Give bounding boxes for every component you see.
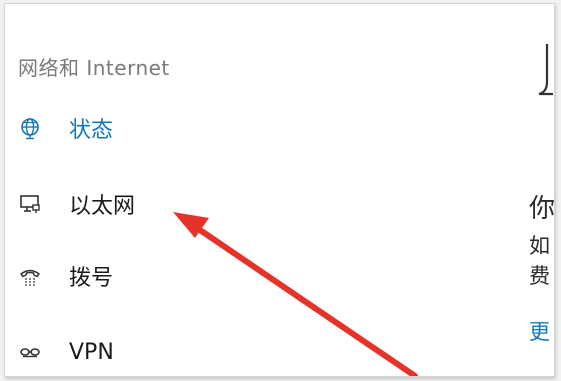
content-link-partial[interactable]: 更 [529,316,550,346]
globe-icon [17,115,43,141]
content-pane-edge: 你 如 费 更 [527,4,555,376]
vpn-icon [17,339,43,365]
sidebar-item-label: 状态 [69,118,114,143]
sidebar-item-ethernet[interactable]: 以太网 [17,184,317,224]
sidebar-item-label: 以太网 [69,194,136,219]
sidebar-item-vpn[interactable]: VPN [17,332,317,372]
sidebar-item-label: VPN [69,339,114,365]
sidebar-item-status[interactable]: 状态 [17,108,317,148]
monitor-ethernet-icon [17,191,43,217]
content-text-partial: 费 [529,264,550,288]
content-heading-partial: 你 [529,194,555,224]
sidebar-item-label: 拨号 [69,266,114,291]
section-title: 网络和 Internet [18,56,170,80]
partial-icon [527,42,554,104]
dialup-phone-icon [17,263,43,289]
content-text-partial: 如 [529,234,550,258]
sidebar-item-dialup[interactable]: 拨号 [17,256,317,296]
settings-window: 网络和 Internet 状态 以太网 拨号 VPN 你 如 费 更 [4,3,555,377]
